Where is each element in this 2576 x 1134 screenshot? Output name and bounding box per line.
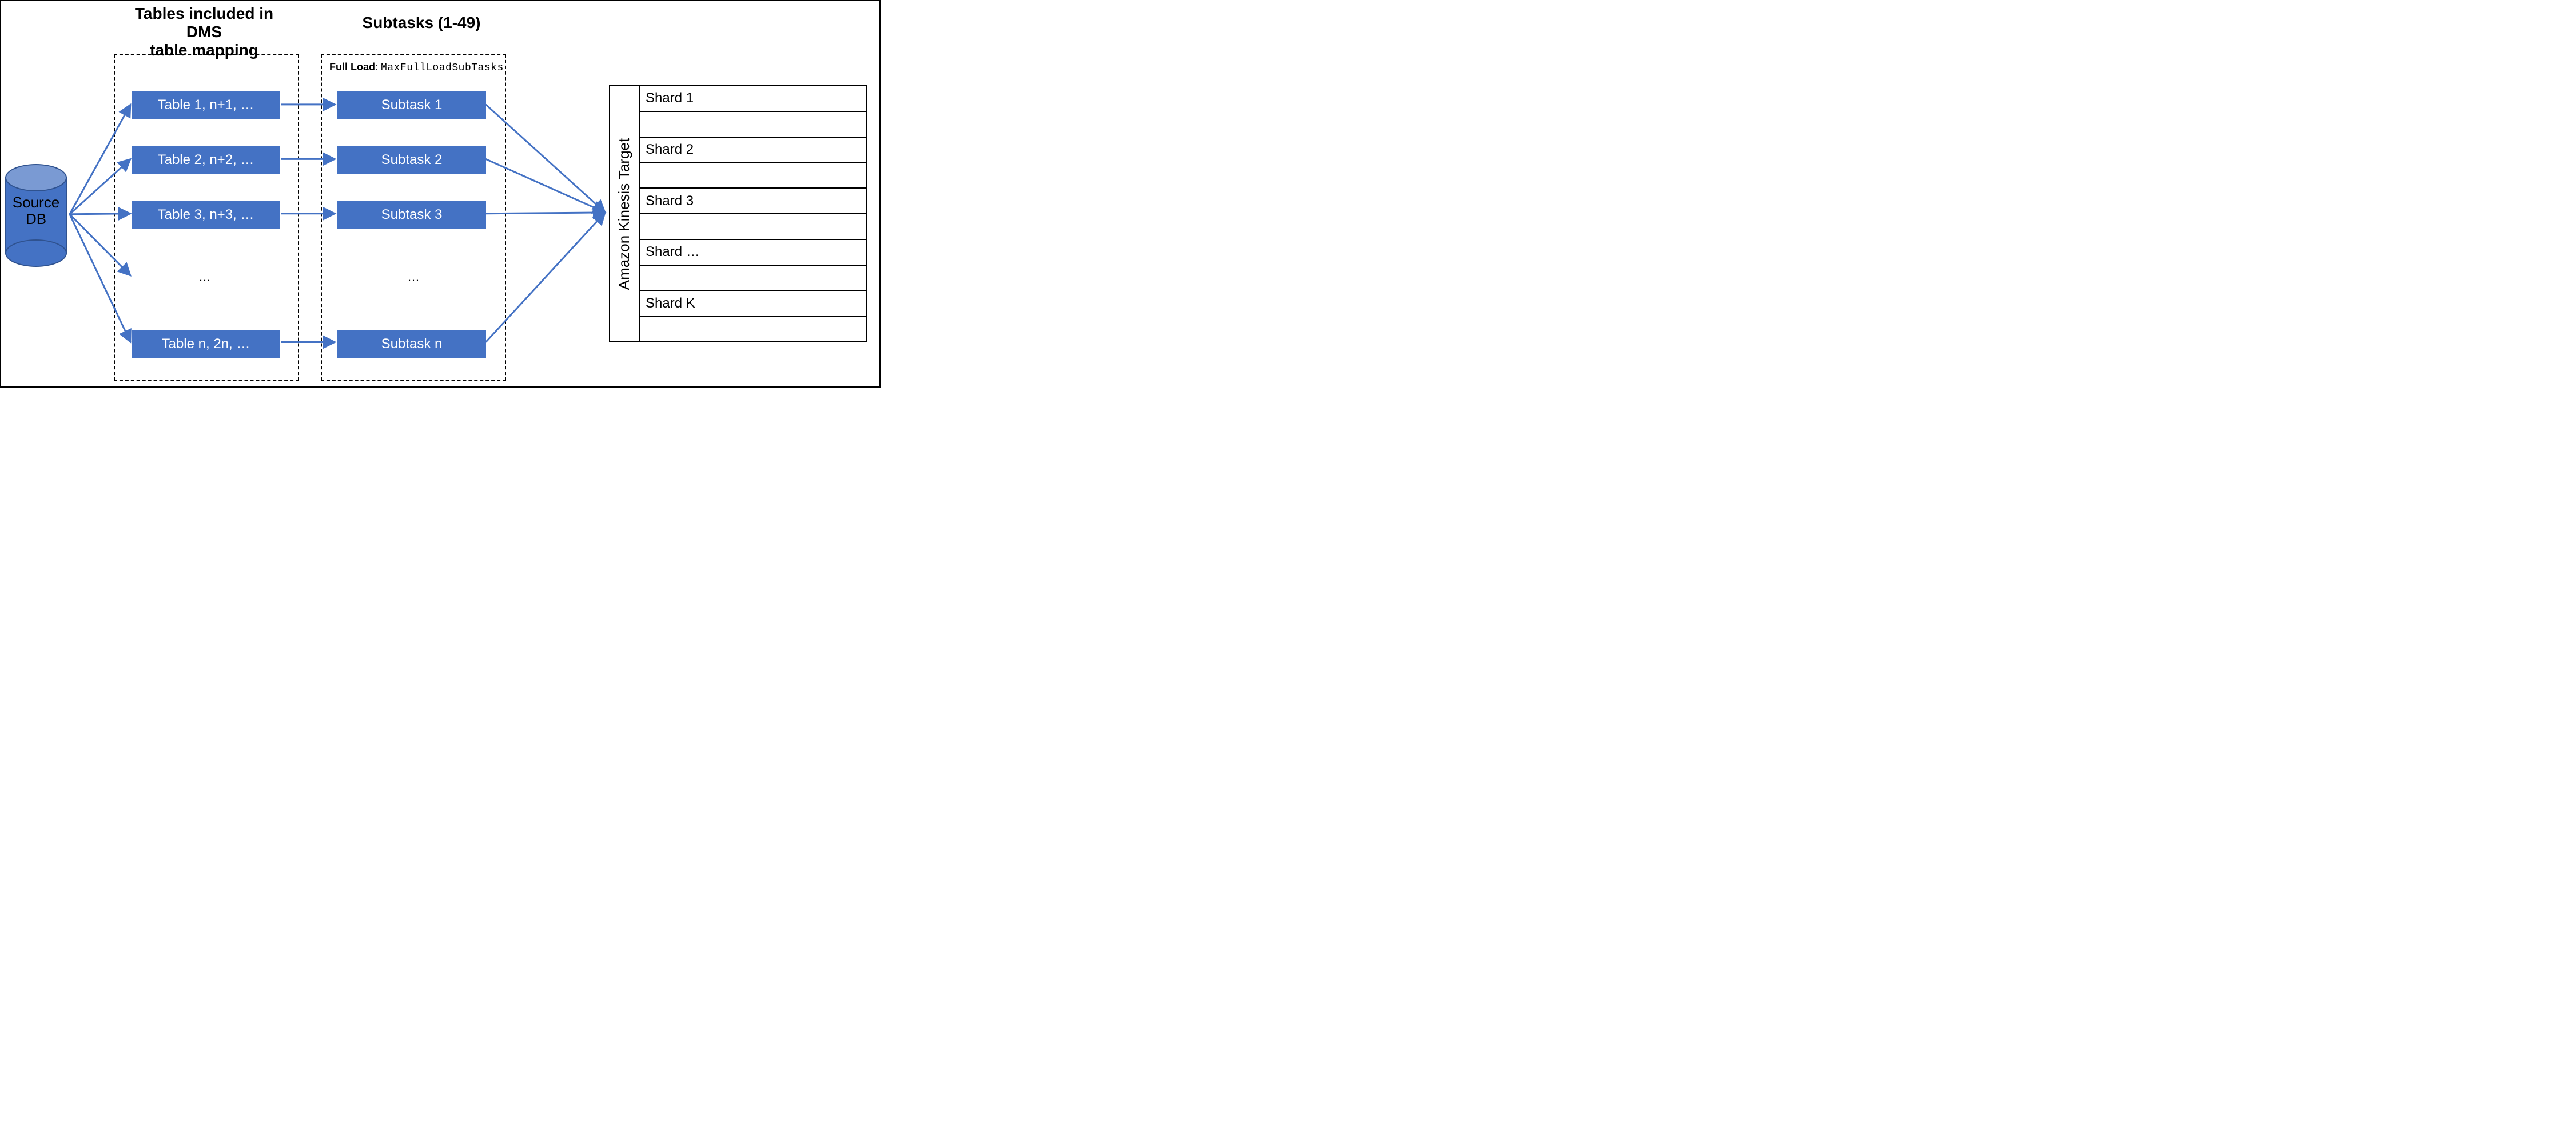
shard-row [640,163,866,189]
full-load-caption-mono: MaxFullLoadSubTasks [381,62,504,74]
shard-row: Shard … [640,240,866,266]
shard-row: Shard 1 [640,86,866,112]
full-load-caption-bold: Full Load [329,61,375,73]
table-box-3: Table 3, n+3, … [132,201,280,229]
tables-ellipsis: … [198,270,211,285]
shard-row [640,266,866,292]
shard-row [640,317,866,341]
kinesis-shard-rows: Shard 1 Shard 2 Shard 3 Shard … Shard K [640,86,866,341]
shard-row [640,112,866,138]
subtasks-ellipsis: … [407,270,420,285]
shard-row [640,214,866,240]
subtask-box-3: Subtask 3 [337,201,486,229]
subtask-box-n: Subtask n [337,330,486,358]
diagram-canvas: Tables included in DMS table mapping Sub… [0,0,881,388]
shard-row: Shard 2 [640,138,866,163]
kinesis-target-table: Amazon Kinesis Target Shard 1 Shard 2 Sh… [609,85,867,342]
source-db-label: Source DB [5,194,67,227]
kinesis-target-header-cell: Amazon Kinesis Target [610,86,640,341]
shard-row: Shard K [640,291,866,317]
tables-group-title: Tables included in DMS table mapping [116,5,293,60]
subtasks-group-title: Subtasks (1-49) [347,14,496,32]
shard-row: Shard 3 [640,189,866,214]
subtask-box-1: Subtask 1 [337,91,486,119]
table-box-n: Table n, 2n, … [132,330,280,358]
table-box-1: Table 1, n+1, … [132,91,280,119]
table-box-2: Table 2, n+2, … [132,146,280,174]
full-load-caption: Full Load: MaxFullLoadSubTasks [329,61,504,74]
kinesis-target-header: Amazon Kinesis Target [616,138,634,289]
subtask-box-2: Subtask 2 [337,146,486,174]
